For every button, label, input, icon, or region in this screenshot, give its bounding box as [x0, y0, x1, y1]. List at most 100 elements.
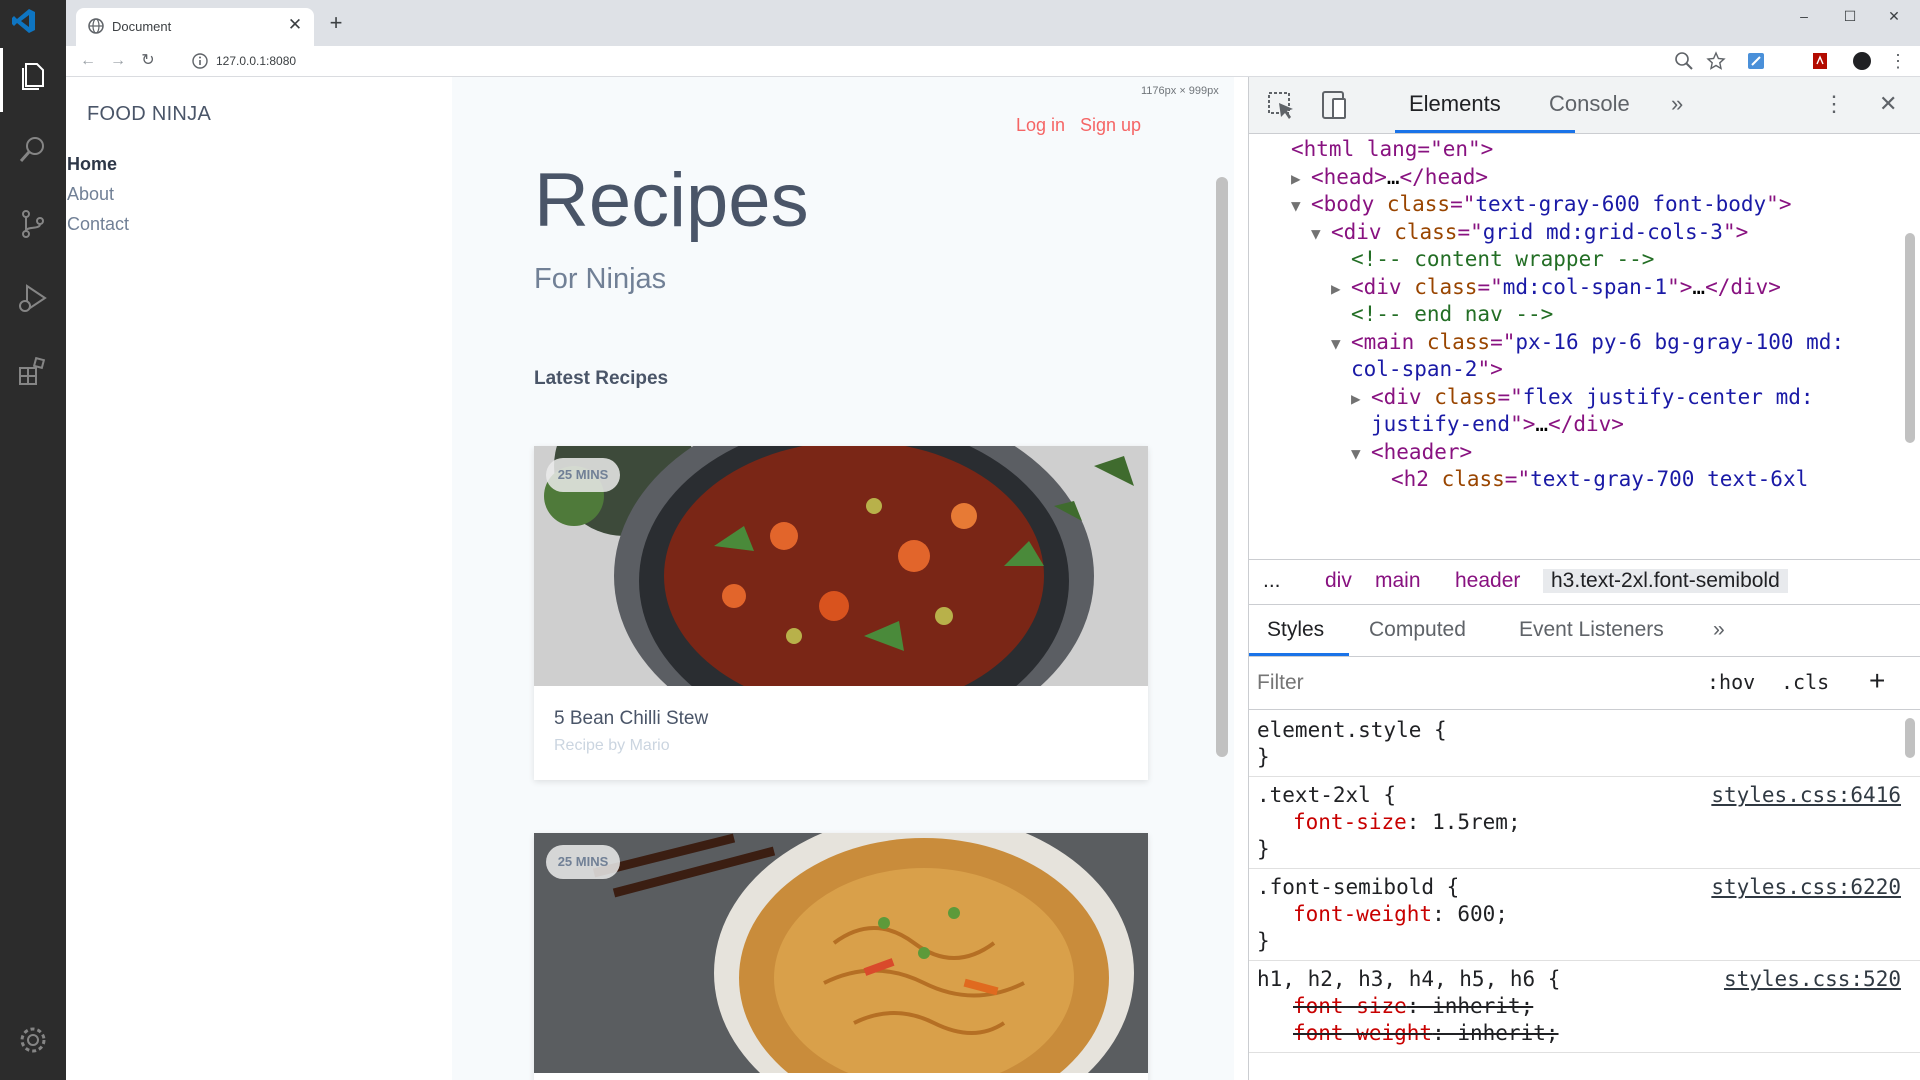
dom-node-line[interactable]: col-span-2"> — [1331, 357, 1503, 381]
reload-icon[interactable]: ↻ — [136, 49, 160, 73]
css-source-link[interactable]: styles.css:520 — [1724, 967, 1901, 991]
css-rule[interactable]: element.style {} — [1249, 712, 1920, 777]
dom-node-line[interactable]: ▼ <div class="grid md:grid-cols-3"> — [1311, 220, 1748, 244]
time-badge: 25 MINS — [546, 458, 620, 492]
dom-token: … — [1386, 164, 1400, 189]
close-window-button[interactable]: ✕ — [1878, 4, 1910, 28]
styles-filter-input[interactable] — [1255, 667, 1679, 699]
address-bar[interactable]: 127.0.0.1:8080 — [182, 48, 1742, 74]
crumb-main[interactable]: main — [1375, 569, 1421, 593]
tab-elements[interactable]: Elements — [1409, 91, 1501, 117]
crumb-ellipsis[interactable]: ... — [1263, 569, 1281, 593]
page-viewport: FOOD NINJA Home About Contact 1176px × 9… — [66, 77, 1234, 1080]
more-tabs-chevron-icon[interactable]: » — [1671, 91, 1683, 117]
signup-link[interactable]: Sign up — [1080, 115, 1141, 136]
dom-scrollbar[interactable] — [1905, 233, 1915, 443]
explorer-icon[interactable] — [15, 58, 51, 94]
expanded-triangle-icon[interactable]: ▼ — [1311, 224, 1331, 243]
collapsed-triangle-icon[interactable]: ▶ — [1291, 169, 1311, 188]
crumb-h3-selected[interactable]: h3.text-2xl.font-semibold — [1543, 569, 1788, 593]
dom-node-line[interactable]: justify-end">…</div> — [1351, 412, 1624, 436]
recipe-image-noodles: 25 MINS — [534, 833, 1148, 1080]
chrome-menu-icon[interactable]: ⋮ — [1888, 51, 1908, 71]
dom-node-line[interactable]: ▼ <body class="text-gray-600 font-body"> — [1291, 192, 1791, 216]
css-rule[interactable]: h1, h2, h3, h4, h5, h6 {styles.css:520 fo… — [1249, 961, 1920, 1053]
dom-token: class — [1434, 384, 1498, 409]
browser-tab[interactable]: Document ✕ — [76, 8, 314, 46]
css-source-link[interactable]: styles.css:6416 — [1711, 783, 1901, 807]
crumb-header[interactable]: header — [1455, 569, 1520, 593]
css-declaration[interactable]: font-weight: inherit; — [1293, 1021, 1559, 1045]
extensions-icon[interactable] — [15, 354, 51, 390]
recipe-card[interactable]: 25 MINS 5 Bean Chilli Stew Recipe by Mar… — [534, 446, 1148, 780]
more-subtabs-chevron-icon[interactable]: » — [1713, 618, 1725, 642]
tab-close-icon[interactable]: ✕ — [284, 14, 306, 36]
devtools-close-icon[interactable]: ✕ — [1879, 91, 1897, 117]
collapsed-triangle-icon[interactable]: ▶ — [1331, 279, 1351, 298]
tab-styles[interactable]: Styles — [1267, 618, 1324, 642]
hov-toggle[interactable]: :hov — [1707, 670, 1755, 694]
new-tab-button[interactable]: + — [324, 12, 348, 36]
expanded-triangle-icon[interactable]: ▼ — [1351, 444, 1371, 463]
css-source-link[interactable]: styles.css:6220 — [1711, 875, 1901, 899]
page-title: Recipes — [534, 158, 809, 243]
forward-arrow-icon[interactable]: → — [106, 49, 130, 73]
css-selector: .font-semibold { — [1257, 875, 1460, 899]
new-style-rule-button[interactable]: + — [1869, 665, 1885, 697]
site-brand[interactable]: FOOD NINJA — [87, 103, 211, 126]
activity-bar — [0, 0, 66, 1080]
active-subtab-indicator — [1249, 653, 1349, 656]
recipe-name[interactable]: 5 Bean Chilli Stew — [554, 708, 708, 730]
settings-gear-icon[interactable] — [15, 1022, 51, 1058]
zoom-icon[interactable] — [1674, 51, 1694, 71]
tab-computed[interactable]: Computed — [1369, 618, 1466, 642]
login-link[interactable]: Log in — [1016, 115, 1065, 136]
profile-avatar-icon[interactable] — [1852, 51, 1872, 71]
expanded-triangle-icon[interactable]: ▼ — [1291, 196, 1311, 215]
back-arrow-icon[interactable]: ← — [76, 49, 100, 73]
dom-node-line[interactable]: ▼ <header> — [1351, 440, 1472, 464]
collapsed-triangle-icon[interactable]: ▶ — [1351, 389, 1371, 408]
minimize-button[interactable]: – — [1788, 4, 1820, 28]
recipe-card[interactable]: 25 MINS — [534, 833, 1148, 1080]
info-icon[interactable] — [192, 53, 208, 69]
css-declaration[interactable]: font-size: inherit; — [1293, 994, 1533, 1018]
dom-node-line[interactable]: <h2 class="text-gray-700 text-6xl — [1371, 467, 1808, 491]
page-scrollbar[interactable] — [1216, 177, 1228, 757]
run-debug-icon[interactable] — [15, 280, 51, 316]
device-toolbar-icon[interactable] — [1319, 89, 1351, 121]
devtools-menu-icon[interactable]: ⋮ — [1823, 91, 1845, 117]
cls-toggle[interactable]: .cls — [1781, 670, 1829, 694]
css-declaration[interactable]: font-size: 1.5rem; — [1293, 810, 1521, 834]
dom-node-line[interactable]: ▶ <div class="flex justify-center md: — [1351, 385, 1814, 409]
tab-console[interactable]: Console — [1549, 91, 1630, 117]
extension-blue-icon[interactable] — [1746, 51, 1766, 71]
dom-node-line[interactable]: ▼ <main class="px-16 py-6 bg-gray-100 md: — [1331, 330, 1844, 354]
inspect-element-icon[interactable] — [1265, 89, 1297, 121]
dom-token: class — [1414, 274, 1478, 299]
crumb-div[interactable]: div — [1325, 569, 1352, 593]
dom-node-line[interactable]: <!-- content wrapper --> — [1331, 247, 1654, 271]
dom-token: </head> — [1399, 164, 1489, 189]
dom-node-line[interactable]: ▶ <head>…</head> — [1291, 165, 1488, 189]
dom-node-line[interactable]: <html lang="en"> — [1271, 137, 1493, 161]
search-icon[interactable] — [15, 132, 51, 168]
nav-link-home[interactable]: Home — [67, 154, 117, 175]
nav-link-contact[interactable]: Contact — [67, 214, 129, 235]
dom-token: class — [1441, 467, 1505, 491]
css-rule[interactable]: .font-semibold { styles.css:6220 font-weig… — [1249, 869, 1920, 961]
pdf-extension-icon[interactable] — [1810, 51, 1830, 71]
css-declaration[interactable]: font-weight: 600; — [1293, 902, 1508, 926]
dom-tree[interactable]: <html lang="en"> ▶ <head>…</head> ▼ <body cl… — [1249, 133, 1920, 559]
maximize-button[interactable]: ☐ — [1834, 4, 1866, 28]
dom-node-line[interactable]: ▶ <div class="md:col-span-1">…</div> — [1331, 275, 1781, 299]
bookmark-star-icon[interactable] — [1706, 51, 1726, 71]
css-rule[interactable]: .text-2xl {styles.css:6416 font-size: 1.5… — [1249, 777, 1920, 869]
dom-token: <main — [1351, 329, 1427, 354]
tab-event-listeners[interactable]: Event Listeners — [1519, 618, 1664, 642]
viewport-size-indicator: 1176px × 999px — [1141, 85, 1219, 97]
expanded-triangle-icon[interactable]: ▼ — [1331, 334, 1351, 353]
source-control-icon[interactable] — [15, 206, 51, 242]
dom-node-line[interactable]: <!-- end nav --> — [1331, 302, 1553, 326]
nav-link-about[interactable]: About — [67, 184, 114, 205]
